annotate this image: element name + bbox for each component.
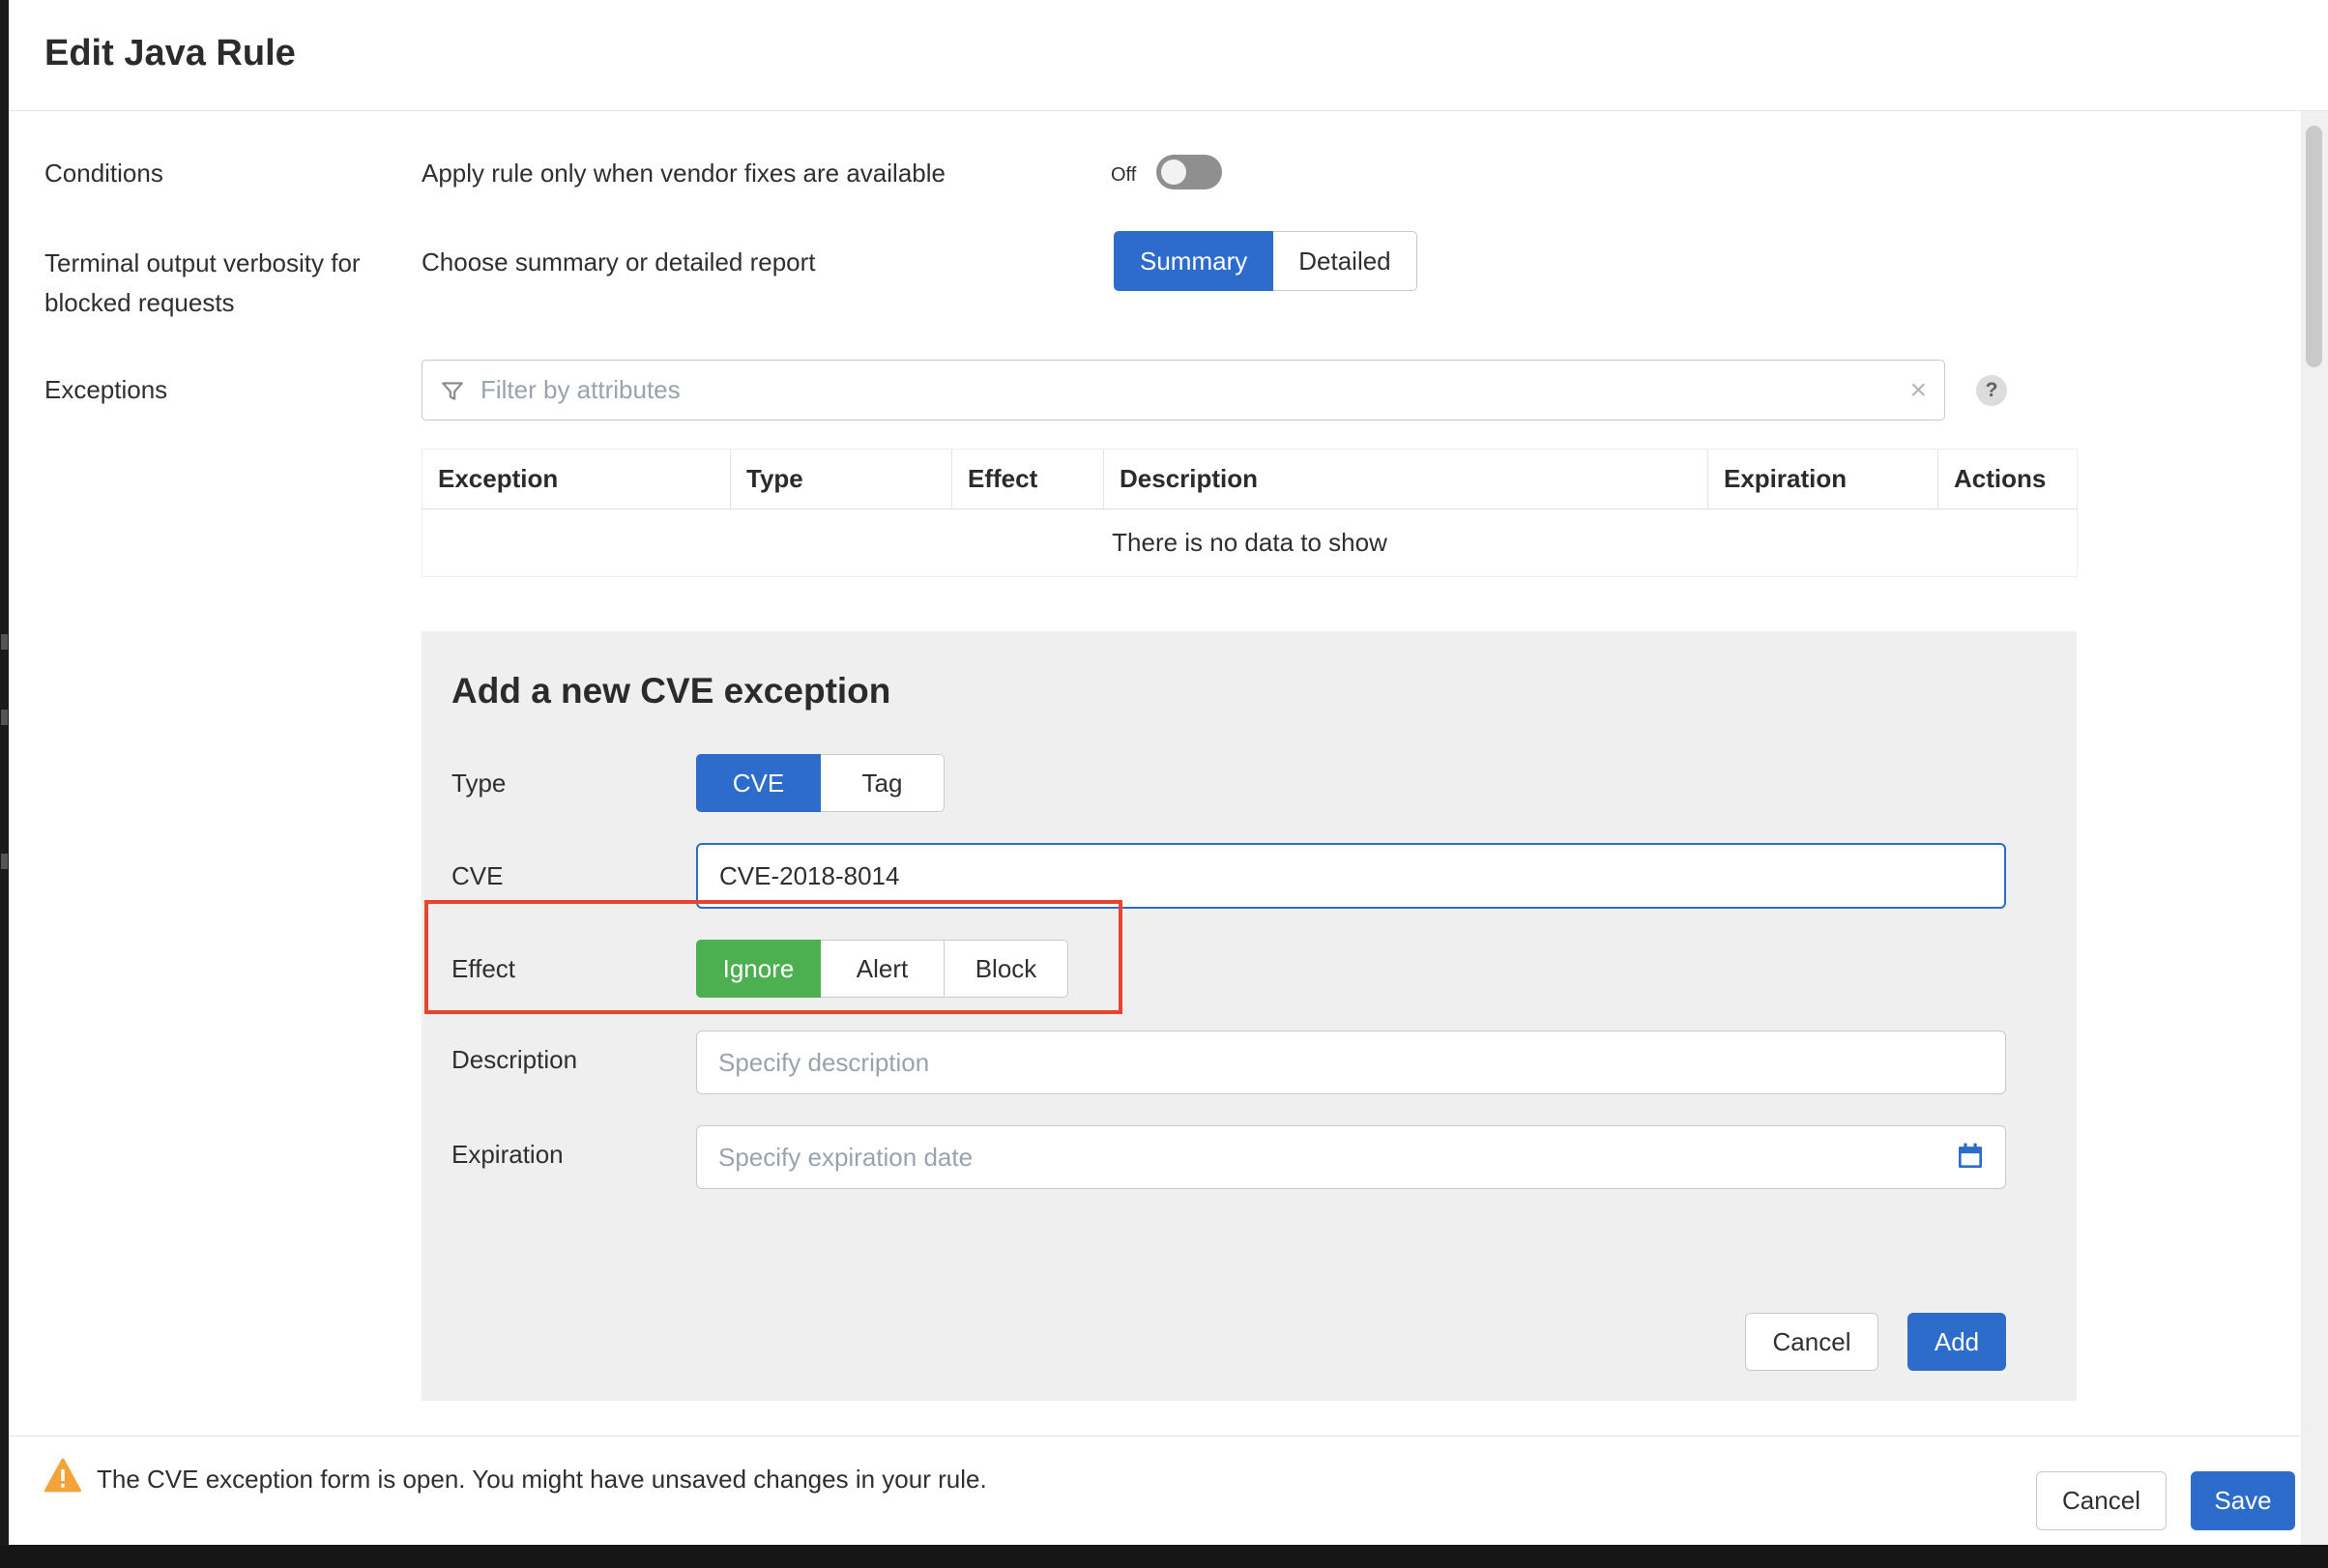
expiration-label: Expiration [451, 1137, 564, 1172]
table-header-row: Exception Type Effect Description Expira… [422, 450, 2078, 509]
background-app-edge [0, 0, 9, 1568]
column-header-expiration: Expiration [1708, 450, 1938, 509]
footer-save-button[interactable]: Save [2191, 1471, 2295, 1530]
warning-icon [44, 1458, 81, 1497]
background-text-fragment [1, 854, 8, 869]
calendar-icon[interactable] [1955, 1141, 1986, 1176]
effect-label: Effect [451, 951, 515, 986]
description-input[interactable] [696, 1031, 2006, 1094]
verbosity-label: Terminal output verbosity for blocked re… [44, 244, 368, 323]
type-label: Type [451, 766, 506, 800]
footer-cancel-button[interactable]: Cancel [2036, 1471, 2167, 1530]
empty-table-row: There is no data to show [422, 509, 2078, 577]
exceptions-table: Exception Type Effect Description Expira… [422, 449, 2078, 577]
unsaved-changes-message: The CVE exception form is open. You migh… [97, 1462, 987, 1496]
cve-input[interactable] [696, 843, 2006, 909]
panel-cancel-button[interactable]: Cancel [1745, 1313, 1878, 1371]
cve-label: CVE [451, 858, 503, 893]
background-text-fragment [1, 634, 8, 650]
summary-option-button[interactable]: Summary [1114, 231, 1273, 291]
description-label: Description [451, 1042, 577, 1077]
effect-group: Ignore Alert Block [696, 940, 1068, 998]
column-header-type: Type [731, 450, 952, 509]
type-cve-button[interactable]: CVE [696, 754, 821, 812]
column-header-description: Description [1104, 450, 1708, 509]
scrollbar[interactable] [2301, 111, 2328, 1545]
dialog-header [9, 0, 2328, 111]
detailed-option-button[interactable]: Detailed [1272, 231, 1416, 291]
verbosity-description: Choose summary or detailed report [422, 245, 816, 279]
effect-ignore-button[interactable]: Ignore [696, 940, 821, 998]
help-button[interactable]: ? [1976, 375, 2007, 406]
dialog-title: Edit Java Rule [44, 33, 296, 74]
conditions-label: Conditions [44, 156, 163, 190]
conditions-description: Apply rule only when vendor fixes are av… [422, 156, 946, 190]
expiration-input[interactable] [696, 1125, 2006, 1189]
column-header-exception: Exception [422, 450, 731, 509]
exceptions-filter: × [422, 360, 1945, 421]
type-tag-button[interactable]: Tag [820, 754, 945, 812]
add-exception-title: Add a new CVE exception [451, 671, 890, 711]
column-header-effect: Effect [952, 450, 1104, 509]
add-exception-panel [422, 631, 2077, 1401]
effect-alert-button[interactable]: Alert [820, 940, 945, 998]
toggle-state-label: Off [1111, 164, 1136, 187]
filter-icon [440, 378, 465, 403]
background-app-bottom [0, 1545, 2328, 1568]
filter-input[interactable] [480, 375, 1894, 405]
empty-table-message: There is no data to show [422, 509, 2078, 577]
column-header-actions: Actions [1938, 450, 2078, 509]
effect-block-button[interactable]: Block [944, 940, 1068, 998]
scrollbar-thumb[interactable] [2306, 126, 2322, 367]
vendor-fixes-toggle[interactable] [1156, 155, 1222, 189]
clear-filter-icon[interactable]: × [1909, 376, 1927, 405]
panel-add-button[interactable]: Add [1907, 1313, 2006, 1371]
background-text-fragment [1, 710, 8, 725]
exception-type-group: CVE Tag [696, 754, 945, 812]
exceptions-label: Exceptions [44, 372, 167, 407]
toggle-knob-icon [1161, 160, 1186, 185]
report-format-group: Summary Detailed [1114, 231, 1417, 291]
